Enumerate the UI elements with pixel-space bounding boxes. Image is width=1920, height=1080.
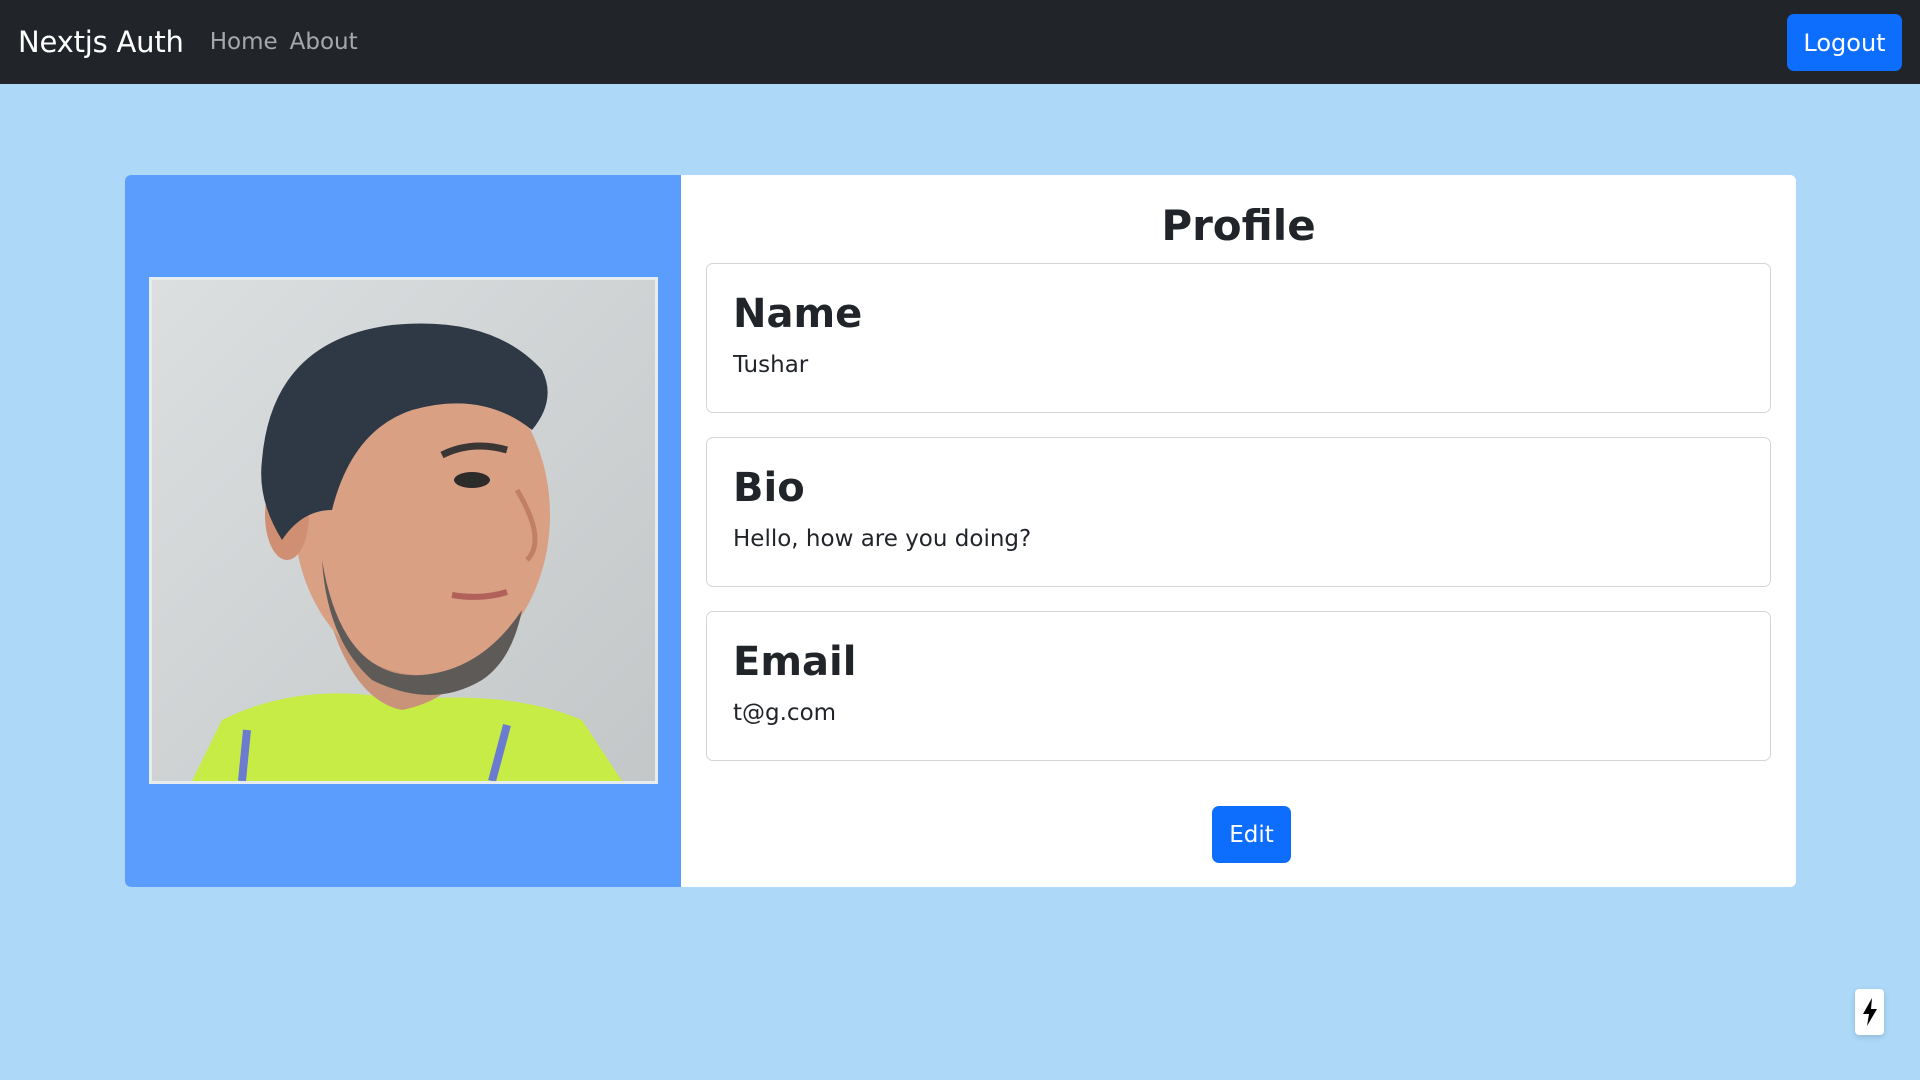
nav-link-home[interactable]: Home xyxy=(210,29,278,55)
photo-panel xyxy=(125,175,681,887)
name-field-card: Name Tushar xyxy=(706,263,1771,413)
brand-link[interactable]: Nextjs Auth xyxy=(18,25,184,59)
email-field-card: Email t@g.com xyxy=(706,611,1771,761)
navbar: Nextjs Auth Home About Logout xyxy=(0,0,1920,84)
dev-indicator-button[interactable] xyxy=(1855,989,1884,1035)
email-value: t@g.com xyxy=(733,700,837,726)
bio-heading: Bio xyxy=(733,465,805,511)
lightning-bolt-icon xyxy=(1862,998,1877,1026)
bio-field-card: Bio Hello, how are you doing? xyxy=(706,437,1771,587)
edit-button[interactable]: Edit xyxy=(1212,806,1291,863)
profile-info-panel: Profile Name Tushar Bio Hello, how are y… xyxy=(681,175,1796,887)
logout-button[interactable]: Logout xyxy=(1787,14,1902,71)
email-heading: Email xyxy=(733,639,857,685)
profile-photo xyxy=(149,277,658,784)
profile-card: Profile Name Tushar Bio Hello, how are y… xyxy=(125,175,1796,887)
profile-photo-illustration xyxy=(152,280,655,781)
profile-title: Profile xyxy=(1161,201,1316,250)
bio-value: Hello, how are you doing? xyxy=(733,526,1032,552)
nav-link-about[interactable]: About xyxy=(290,29,358,55)
name-heading: Name xyxy=(733,291,863,337)
name-value: Tushar xyxy=(733,352,809,378)
